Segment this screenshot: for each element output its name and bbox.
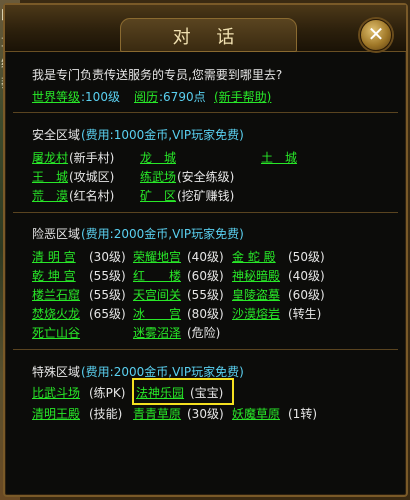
experience-value: :6790点 (159, 90, 206, 104)
close-icon: ✕ (367, 22, 385, 46)
section-divider (13, 112, 398, 113)
teleport-link-yaomocaoyuan[interactable]: 妖魔草原 (232, 407, 280, 422)
zone-note: (80级) (187, 307, 224, 321)
teleport-link-tiangongjianguan[interactable]: 天宫间关 (133, 288, 181, 303)
teleport-link-lianwuchang[interactable]: 练武场 (140, 170, 176, 185)
zone-note: (练PK) (89, 386, 126, 400)
danger-zone-fee: (费用:2000金币,VIP玩家免费) (81, 227, 244, 241)
selection-highlight (132, 378, 234, 405)
zone-note: (50级) (288, 250, 325, 264)
special-zone-title: 特殊区域 (32, 365, 81, 379)
teleport-link-wangcheng[interactable]: 王 城 (32, 170, 68, 185)
teleport-link-biwudouchang[interactable]: 比武斗场 (32, 386, 80, 401)
zone-note: (55级) (89, 269, 126, 283)
zone-note: (安全练级) (177, 170, 235, 184)
npc-dialog-window: 对 话 ✕ 我是专门负责传送服务的专员,您需要到哪里去? 世界等级 :100级 … (3, 3, 408, 497)
zone-note: (30级) (187, 407, 224, 421)
section-divider (13, 212, 398, 213)
world-level-value: :100级 (81, 90, 120, 104)
teleport-link-longcheng[interactable]: 龙 城 (140, 151, 176, 166)
zone-note: (55级) (187, 288, 224, 302)
zone-note: (60级) (288, 288, 325, 302)
teleport-link-fenshaohuolong[interactable]: 焚烧火龙 (32, 307, 80, 322)
zone-note: (40级) (288, 269, 325, 283)
section-divider (13, 349, 398, 350)
teleport-link-tucheng[interactable]: 土 城 (261, 151, 297, 166)
teleport-link-rongyaodigong[interactable]: 荣耀地宫 (133, 250, 181, 265)
zone-note: (危险) (187, 326, 221, 340)
dialog-titlebar: 对 话 ✕ (5, 5, 406, 52)
teleport-link-siwangshangu[interactable]: 死亡山谷 (32, 326, 80, 341)
teleport-link-huangmo[interactable]: 荒 漠 (32, 189, 68, 204)
dialog-title: 对 话 (172, 27, 245, 48)
teleport-link-shenmiandian[interactable]: 神秘暗殿 (232, 269, 280, 284)
zone-note: (65级) (89, 307, 126, 321)
teleport-link-shamorongyan[interactable]: 沙漠熔岩 (232, 307, 280, 322)
zone-note: (红名村) (69, 189, 115, 203)
teleport-link-qingqingcaoyuan[interactable]: 青青草原 (133, 407, 181, 422)
zone-note: (1转) (288, 407, 317, 421)
zone-note: (技能) (89, 407, 123, 421)
teleport-link-qingmingwangdian[interactable]: 清明王殿 (32, 407, 80, 422)
teleport-link-loulanshiku[interactable]: 楼兰石窟 (32, 288, 80, 303)
newbie-help-link[interactable]: (新手帮助) (214, 90, 271, 105)
close-button[interactable]: ✕ (360, 19, 392, 51)
teleport-link-miwuzhaoze[interactable]: 迷雾沼泽 (133, 326, 181, 341)
experience-link[interactable]: 阅历 (134, 90, 158, 105)
world-level-link[interactable]: 世界等级 (32, 90, 80, 105)
zone-note: (60级) (187, 269, 224, 283)
teleport-link-huanglingdaomu[interactable]: 皇陵盗墓 (232, 288, 280, 303)
zone-note: (转生) (288, 307, 322, 321)
title-plate: 对 话 (120, 18, 297, 52)
teleport-link-qingminggong[interactable]: 清 明 宫 (32, 250, 76, 265)
zone-note: (40级) (187, 250, 224, 264)
zone-note: (30级) (89, 250, 126, 264)
teleport-link-jinshedian[interactable]: 金 蛇 殿 (232, 250, 276, 265)
teleport-link-binggong[interactable]: 冰 宫 (133, 307, 181, 322)
safe-zone-fee: (费用:1000金币,VIP玩家免费) (81, 128, 244, 142)
zone-note: (新手村) (69, 151, 115, 165)
npc-intro-text: 我是专门负责传送服务的专员,您需要到哪里去? (32, 68, 283, 82)
safe-zone-title: 安全区域 (32, 128, 81, 142)
teleport-link-qiankungong[interactable]: 乾 坤 宫 (32, 269, 76, 284)
teleport-link-kuangqu[interactable]: 矿 区 (140, 189, 176, 204)
danger-zone-title: 险恶区域 (32, 227, 81, 241)
zone-note: (攻城区) (69, 170, 115, 184)
zone-note: (55级) (89, 288, 126, 302)
zone-note: (挖矿赚钱) (177, 189, 235, 203)
teleport-link-honglou[interactable]: 红 楼 (133, 269, 181, 284)
teleport-link-tulongcun[interactable]: 屠龙村 (32, 151, 68, 166)
